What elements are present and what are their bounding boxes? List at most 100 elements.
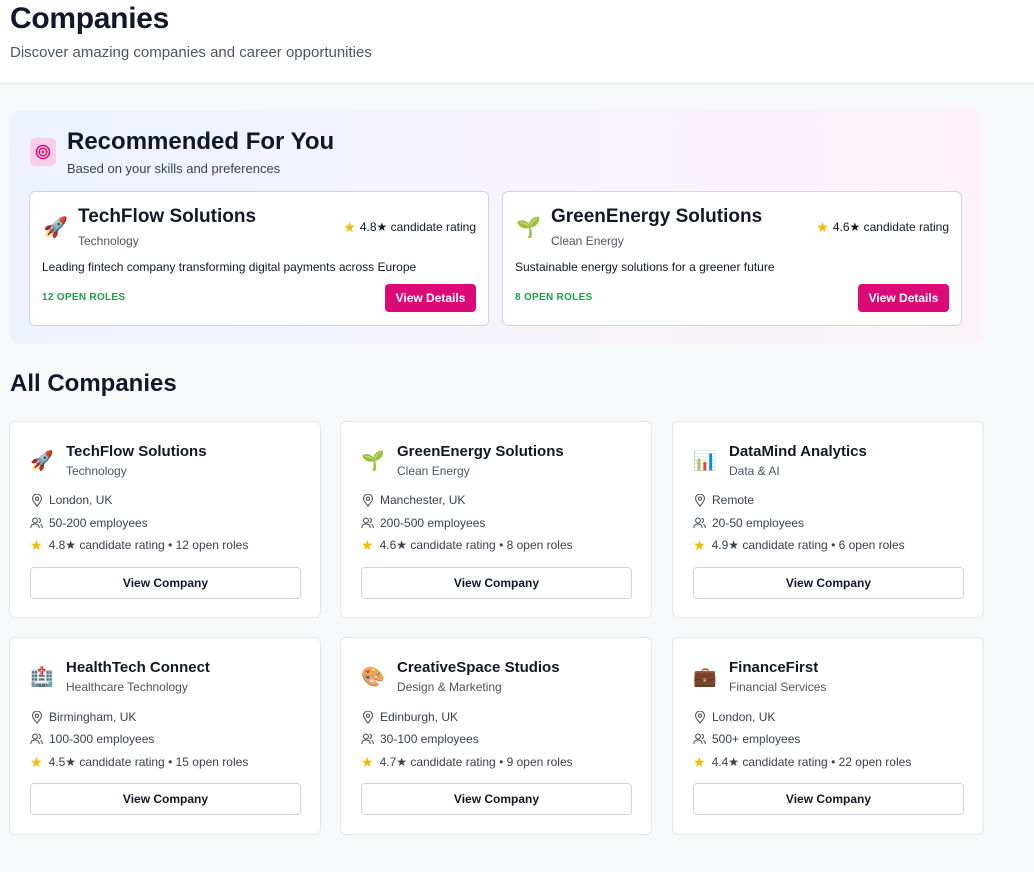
location-text: Edinburgh, UK [380, 710, 459, 724]
view-company-button[interactable]: View Company [693, 783, 964, 815]
company-rating: ★ 4.8★ candidate rating • 12 open roles [30, 538, 248, 552]
employees-text: 500+ employees [712, 732, 801, 746]
employees-text: 50-200 employees [49, 516, 148, 530]
company-card: 🌱 GreenEnergy Solutions Clean Energy Man… [340, 421, 652, 618]
rating-text: 4.6★ candidate rating [832, 220, 949, 234]
palette-icon: 🎨 [361, 667, 385, 688]
open-roles-count: 8 OPEN ROLES [515, 292, 593, 303]
company-rating: ★ 4.5★ candidate rating • 15 open roles [30, 755, 248, 769]
view-company-button[interactable]: View Company [693, 567, 964, 599]
view-company-button[interactable]: View Company [361, 783, 632, 815]
company-industry: Data & AI [729, 464, 780, 478]
company-industry: Healthcare Technology [66, 680, 188, 694]
company-size: 20-50 employees [693, 516, 804, 530]
seedling-icon: 🌱 [516, 217, 541, 239]
location-text: Birmingham, UK [49, 710, 137, 724]
users-icon [693, 733, 706, 746]
company-rating: ★ 4.8★ candidate rating [343, 220, 476, 234]
company-location: London, UK [30, 493, 112, 507]
map-pin-icon [30, 493, 43, 507]
location-text: Manchester, UK [380, 493, 466, 507]
rating-text: 4.8★ candidate rating [359, 220, 476, 234]
recommended-card: 🚀 TechFlow Solutions Technology ★ 4.8★ c… [29, 191, 489, 326]
map-pin-icon [361, 710, 374, 724]
company-location: Birmingham, UK [30, 710, 136, 724]
map-pin-icon [693, 493, 706, 507]
map-pin-icon [30, 710, 43, 724]
company-card: 🏥 HealthTech Connect Healthcare Technolo… [9, 637, 321, 835]
company-card: 📊 DataMind Analytics Data & AI Remote 20… [672, 421, 984, 618]
company-location: Manchester, UK [361, 493, 465, 507]
company-name: GreenEnergy Solutions [397, 443, 564, 460]
open-roles-count: 12 OPEN ROLES [42, 292, 126, 303]
star-icon: ★ [693, 537, 706, 553]
company-location: London, UK [693, 710, 775, 724]
target-icon [30, 138, 56, 166]
company-industry: Clean Energy [551, 234, 624, 248]
company-card: 🚀 TechFlow Solutions Technology London, … [9, 421, 321, 618]
company-rating: ★ 4.6★ candidate rating [816, 220, 949, 234]
company-industry: Technology [66, 464, 127, 478]
view-company-button[interactable]: View Company [30, 783, 301, 815]
company-size: 500+ employees [693, 732, 800, 746]
company-size: 50-200 employees [30, 516, 148, 530]
view-company-button[interactable]: View Company [30, 567, 301, 599]
bar-chart-icon: 📊 [693, 451, 717, 472]
view-company-button[interactable]: View Company [361, 567, 632, 599]
view-details-button[interactable]: View Details [858, 284, 949, 312]
star-icon: ★ [693, 754, 706, 770]
star-icon: ★ [816, 219, 829, 235]
company-name: DataMind Analytics [729, 443, 867, 460]
company-industry: Design & Marketing [397, 680, 502, 694]
company-size: 200-500 employees [361, 516, 485, 530]
company-industry: Technology [78, 234, 139, 248]
company-card: 💼 FinanceFirst Financial Services London… [672, 637, 984, 835]
employees-text: 20-50 employees [712, 516, 805, 530]
company-size: 100-300 employees [30, 732, 154, 746]
company-name: TechFlow Solutions [78, 206, 257, 227]
briefcase-icon: 💼 [693, 667, 717, 688]
users-icon [30, 733, 43, 746]
company-rating: ★ 4.4★ candidate rating • 22 open roles [693, 755, 911, 769]
users-icon [693, 517, 706, 530]
company-description: Sustainable energy solutions for a green… [515, 260, 775, 274]
company-industry: Financial Services [729, 680, 827, 694]
recommended-subtitle: Based on your skills and preferences [67, 161, 281, 176]
company-rating: ★ 4.6★ candidate rating • 8 open roles [361, 538, 573, 552]
company-rating: ★ 4.9★ candidate rating • 6 open roles [693, 538, 905, 552]
company-rating: ★ 4.7★ candidate rating • 9 open roles [361, 755, 573, 769]
company-name: CreativeSpace Studios [397, 659, 560, 676]
location-text: London, UK [49, 493, 113, 507]
company-size: 30-100 employees [361, 732, 479, 746]
star-icon: ★ [30, 537, 43, 553]
rocket-icon: 🚀 [30, 451, 54, 472]
rating-text: 4.4★ candidate rating • 22 open roles [711, 755, 912, 769]
recommended-section: Recommended For You Based on your skills… [10, 110, 982, 344]
view-details-button[interactable]: View Details [385, 284, 476, 312]
rocket-icon: 🚀 [43, 217, 68, 239]
users-icon [30, 517, 43, 530]
rating-text: 4.8★ candidate rating • 12 open roles [48, 538, 249, 552]
page-title: Companies [10, 2, 170, 35]
company-name: HealthTech Connect [66, 659, 210, 676]
recommended-title: Recommended For You [67, 128, 335, 155]
hospital-icon: 🏥 [30, 667, 54, 688]
rating-text: 4.7★ candidate rating • 9 open roles [379, 755, 573, 769]
company-card: 🎨 CreativeSpace Studios Design & Marketi… [340, 637, 652, 835]
star-icon: ★ [361, 754, 374, 770]
rating-text: 4.9★ candidate rating • 6 open roles [711, 538, 905, 552]
company-location: Edinburgh, UK [361, 710, 458, 724]
location-text: London, UK [712, 710, 776, 724]
map-pin-icon [361, 493, 374, 507]
users-icon [361, 517, 374, 530]
company-name: GreenEnergy Solutions [551, 206, 763, 227]
company-location: Remote [693, 493, 754, 507]
company-name: FinanceFirst [729, 659, 819, 676]
map-pin-icon [693, 710, 706, 724]
rating-text: 4.5★ candidate rating • 15 open roles [48, 755, 249, 769]
page-subtitle: Discover amazing companies and career op… [10, 44, 372, 61]
page-header: Companies Discover amazing companies and… [0, 0, 1034, 84]
users-icon [361, 733, 374, 746]
seedling-icon: 🌱 [361, 451, 385, 472]
company-description: Leading fintech company transforming dig… [42, 260, 417, 274]
